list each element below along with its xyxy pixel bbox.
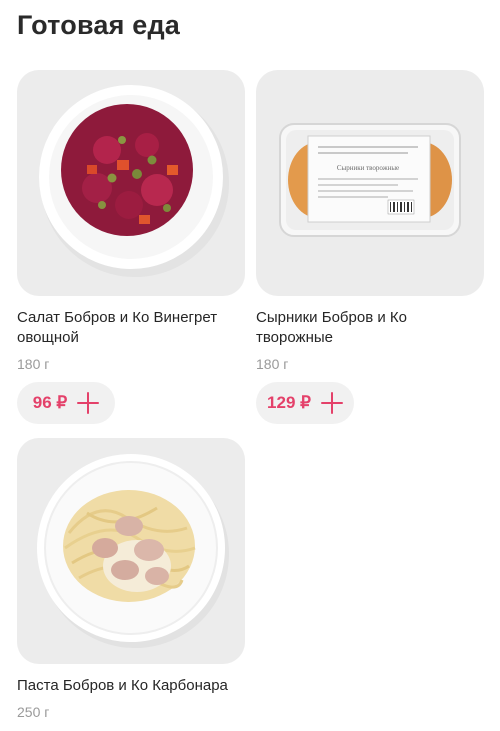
ready-food-page: Готовая еда Салат Бобров и Ко Винегрет о… bbox=[0, 0, 500, 731]
package-label: Сырники творожные bbox=[337, 164, 399, 172]
plus-icon bbox=[320, 392, 343, 414]
product-weight: 250 г bbox=[17, 704, 50, 720]
carbonara-pasta-image[interactable] bbox=[17, 438, 245, 664]
product-card-vinaigrette[interactable]: Салат Бобров и Ко Винегрет овощной 180 г… bbox=[17, 70, 245, 424]
vinaigrette-salad-image[interactable] bbox=[17, 70, 245, 296]
product-weight: 180 г bbox=[17, 356, 50, 372]
product-card-carbonara[interactable]: Паста Бобров и Ко Карбонара 250 г bbox=[17, 438, 245, 720]
product-card-syrniki[interactable]: Сырники творожные Сырники Бобров и Ко тв… bbox=[256, 70, 484, 424]
product-price: 129 ₽ bbox=[267, 393, 311, 412]
syrniki-package-image[interactable]: Сырники творожные bbox=[256, 70, 484, 296]
product-name[interactable]: Салат Бобров и Ко Винегрет овощной bbox=[17, 308, 245, 348]
product-name[interactable]: Сырники Бобров и Ко творожные bbox=[256, 308, 484, 348]
product-price: 96 ₽ bbox=[32, 393, 68, 412]
product-name[interactable]: Паста Бобров и Ко Карбонара bbox=[17, 676, 245, 696]
section-title: Готовая еда bbox=[17, 10, 181, 40]
add-to-cart-button[interactable]: 96 ₽ bbox=[17, 382, 115, 424]
plus-icon bbox=[77, 392, 100, 414]
add-to-cart-button[interactable]: 129 ₽ bbox=[256, 382, 354, 424]
product-weight: 180 г bbox=[256, 356, 289, 372]
